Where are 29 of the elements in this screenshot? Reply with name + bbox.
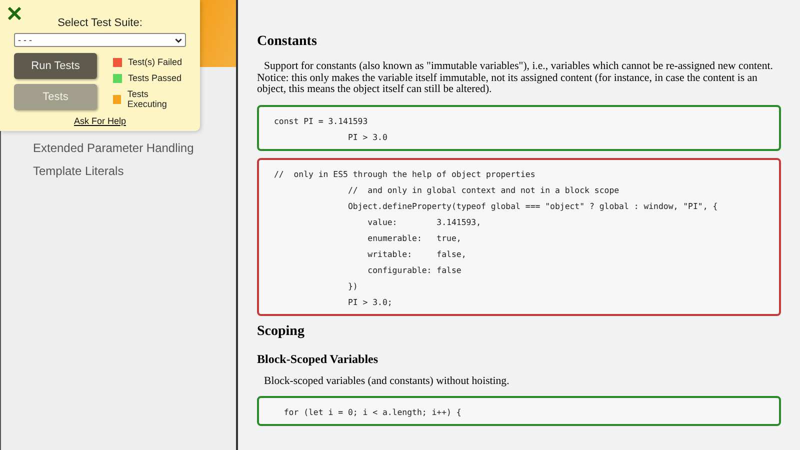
code-line: writable: false, xyxy=(366,248,468,261)
legend-label: Tests Passed xyxy=(128,73,182,83)
legend-label: Tests Executing xyxy=(127,89,168,109)
code-line: PI > 3.0; xyxy=(346,296,394,309)
run-tests-button[interactable]: Run Tests xyxy=(14,53,97,79)
help-link[interactable]: Ask For Help xyxy=(74,116,126,126)
code-line: // and only in global context and not in a block scope xyxy=(346,184,620,197)
caret-icon xyxy=(175,38,182,42)
sidebar-link[interactable]: Template Literals xyxy=(33,164,236,179)
section-heading: Constants xyxy=(257,33,318,51)
code-line: // only in ES5 through the help of object properties xyxy=(274,168,536,181)
code-line: Object.defineProperty(typeof global === "object" ? global : window, "PI", { xyxy=(346,200,719,213)
close-icon[interactable] xyxy=(8,7,21,20)
code-line: enumerable: true, xyxy=(366,232,462,245)
dropdown-value: - - - xyxy=(18,35,32,45)
select-label: Select Test Suite: xyxy=(56,17,144,30)
sidebar-link[interactable]: Extended Parameter Handling xyxy=(33,141,236,156)
legend-label: Test(s) Failed xyxy=(128,57,182,67)
section-heading: Scoping xyxy=(257,322,306,341)
code-line: const PI = 3.141593 xyxy=(274,114,369,128)
suite-dropdown[interactable]: - - - xyxy=(14,33,186,47)
code-line: PI > 3.0 xyxy=(346,130,388,144)
paragraph: Support for constants (also known as "immutable variables"), i.e., variables which cannot be re-assigned new content. Notice: this only makes the variable itself immutable, not its assigned content (for instance, in case the content is an object, this means the object itself can still be altered). xyxy=(257,61,774,96)
code-line: value: 3.141593, xyxy=(366,216,482,229)
code-line: for (let i = 0; i < a.length; i++) { xyxy=(282,406,462,420)
code-line: }) xyxy=(346,280,359,293)
code-line: configurable: false xyxy=(366,264,462,277)
paragraph: Block-scoped variables (and constants) without hoisting. xyxy=(263,376,510,388)
subsection-heading: Block-Scoped Variables xyxy=(257,350,380,367)
